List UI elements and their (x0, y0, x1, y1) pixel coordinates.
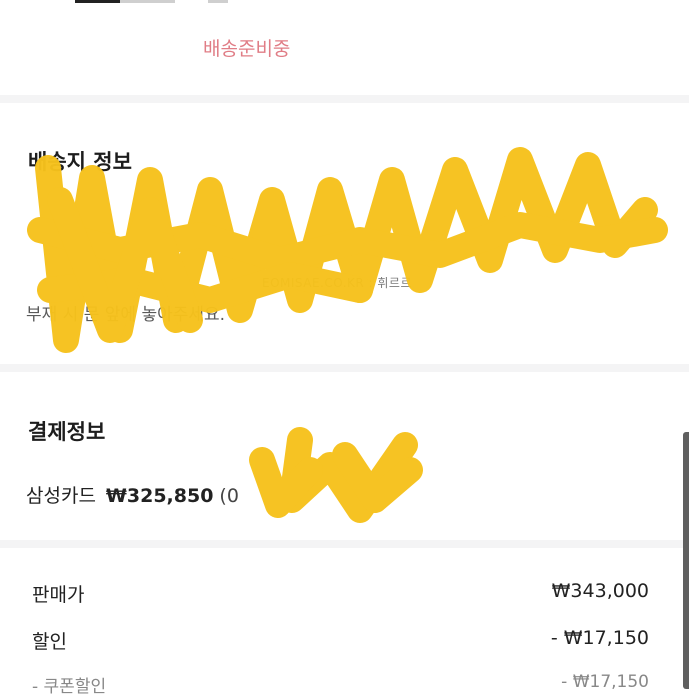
redaction-scribble (27, 147, 668, 523)
